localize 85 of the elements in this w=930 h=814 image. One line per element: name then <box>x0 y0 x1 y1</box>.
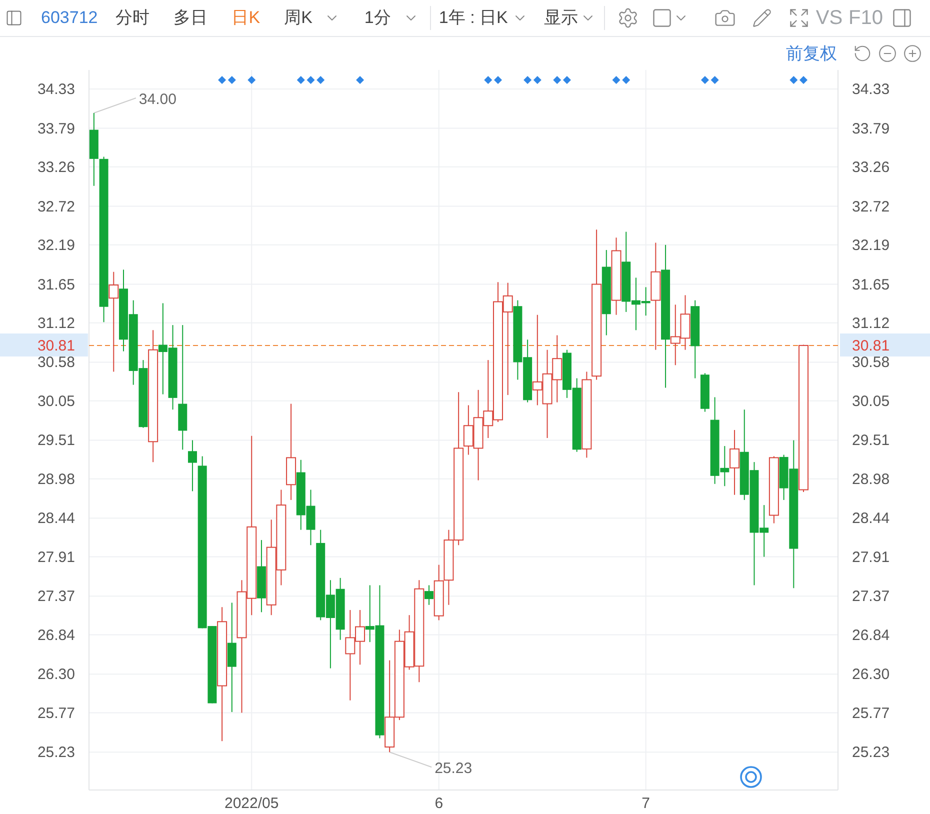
period-menu[interactable]: 周K <box>281 5 344 31</box>
y-axis-label: 28.98 <box>37 470 75 488</box>
y-axis-label: 25.23 <box>852 744 890 762</box>
square-icon <box>650 7 673 29</box>
current-price-label: 30.81 <box>852 337 890 354</box>
candlestick <box>552 334 562 403</box>
y-axis-label: 25.77 <box>852 704 890 722</box>
x-axis-label: 6 <box>434 795 444 812</box>
y-axis-label: 30.58 <box>37 354 75 372</box>
x-axis-label: 7 <box>642 795 650 812</box>
diamond-marker[interactable] <box>356 76 364 84</box>
x-axis-label: 2022/05 <box>224 795 279 812</box>
y-axis-label: 26.30 <box>37 666 75 684</box>
y-axis-label: 27.91 <box>852 548 890 566</box>
zoom-out-icon[interactable] <box>878 44 897 63</box>
sidebar-toggle-icon[interactable] <box>5 9 23 27</box>
diamond-marker[interactable] <box>800 76 808 84</box>
y-axis-label: 26.30 <box>852 666 890 684</box>
y-axis-label: 25.23 <box>37 744 75 762</box>
diamond-marker[interactable] <box>296 76 305 84</box>
y-axis-label: 32.19 <box>37 236 75 254</box>
y-axis-label: 30.58 <box>852 354 890 372</box>
diamond-marker[interactable] <box>316 76 325 84</box>
y-axis-label: 30.05 <box>37 392 75 410</box>
target-icon[interactable] <box>740 766 762 788</box>
diamond-marker[interactable] <box>533 76 542 84</box>
y-axis-label: 32.19 <box>852 236 890 254</box>
y-axis-label: 32.72 <box>852 198 890 216</box>
y-axis-label: 31.65 <box>37 276 75 294</box>
diamond-marker[interactable] <box>494 76 502 84</box>
y-axis-label: 33.26 <box>37 158 75 176</box>
diamond-marker[interactable] <box>248 76 256 84</box>
period-tab[interactable]: 分时 <box>112 5 153 31</box>
y-axis-label: 33.26 <box>852 158 890 176</box>
y-axis-label: 25.77 <box>37 704 75 722</box>
y-axis-label: 28.98 <box>852 470 890 488</box>
y-axis-label: 31.12 <box>852 314 890 332</box>
price-annotation: 25.23 <box>434 760 472 778</box>
expand-icon[interactable] <box>788 7 810 29</box>
y-axis-label: 29.51 <box>852 432 890 450</box>
diamond-marker[interactable] <box>218 76 226 84</box>
period-tab[interactable]: 多日 <box>170 5 211 31</box>
y-axis-label: 26.84 <box>37 626 75 644</box>
y-axis-label: 27.37 <box>852 588 890 606</box>
zoom-in-icon[interactable] <box>903 44 922 63</box>
y-axis-label: 28.44 <box>852 510 890 528</box>
leader-line <box>389 752 432 768</box>
y-axis-label: 29.51 <box>37 432 75 450</box>
diamond-marker[interactable] <box>228 76 236 84</box>
y-axis-label: 27.37 <box>37 588 75 606</box>
y-axis-label: 32.72 <box>37 198 75 216</box>
diamond-marker[interactable] <box>306 76 315 84</box>
diamond-marker[interactable] <box>700 76 709 84</box>
camera-icon[interactable] <box>714 7 736 29</box>
y-axis-label: 34.33 <box>852 80 890 98</box>
diamond-marker[interactable] <box>790 76 798 84</box>
display-menu[interactable]: 显示 <box>544 5 596 31</box>
diamond-marker[interactable] <box>622 76 630 84</box>
diamond-marker[interactable] <box>562 76 571 84</box>
leader-line <box>93 98 136 114</box>
y-axis-label: 30.81 <box>37 337 75 354</box>
diamond-marker[interactable] <box>484 76 492 84</box>
y-axis-label: 31.65 <box>852 276 890 294</box>
price-annotation: 34.00 <box>138 91 176 108</box>
diamond-marker[interactable] <box>524 76 532 84</box>
y-axis-label: 30.05 <box>852 392 890 410</box>
y-axis-label: 26.84 <box>852 626 890 644</box>
diamond-marker[interactable] <box>612 76 620 84</box>
y-axis-label: 28.44 <box>37 510 75 528</box>
candlestick <box>296 459 306 530</box>
y-axis-label: 33.79 <box>852 120 890 138</box>
range-menu[interactable]: 1年 : 日K <box>438 5 528 31</box>
undo-icon[interactable] <box>853 44 872 63</box>
y-axis-label: 31.12 <box>37 314 75 332</box>
y-axis-label: 33.79 <box>37 120 75 138</box>
stock-code: 603712 <box>41 7 98 30</box>
panel-toggle-icon[interactable] <box>891 7 914 29</box>
diamond-marker[interactable] <box>553 76 562 84</box>
diamond-marker[interactable] <box>710 76 719 84</box>
adjustment-link[interactable]: 前复权 <box>786 40 837 66</box>
y-axis-label: 27.91 <box>37 548 75 566</box>
period-menu[interactable]: 1分 <box>361 5 422 31</box>
settings-icon[interactable] <box>616 7 639 29</box>
y-axis-label: 34.33 <box>37 80 75 98</box>
pencil-icon[interactable] <box>752 8 772 28</box>
